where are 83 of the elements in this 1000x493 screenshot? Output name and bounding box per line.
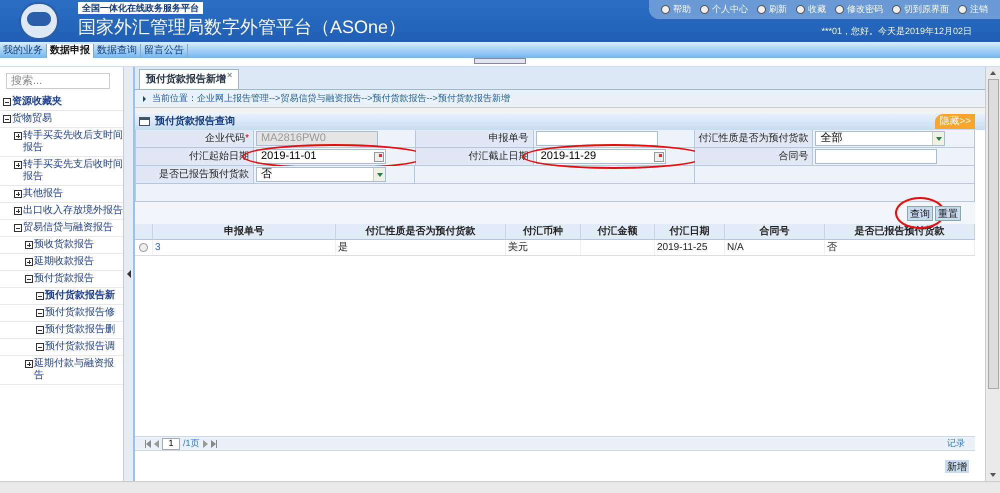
field-label: 合同号 bbox=[778, 150, 808, 164]
page-field[interactable]: 1 bbox=[162, 438, 180, 450]
expand-icon[interactable] bbox=[14, 190, 22, 198]
column-header: 申报单号 bbox=[153, 224, 336, 239]
record-count: 记录 bbox=[947, 436, 965, 450]
field-label: 付汇性质是否为预付货款 bbox=[698, 132, 808, 146]
expand-icon[interactable] bbox=[25, 241, 33, 249]
expand-icon[interactable] bbox=[25, 258, 33, 266]
calendar-icon[interactable] bbox=[654, 152, 664, 162]
menu-tab[interactable]: 数据申报 bbox=[47, 44, 94, 58]
expand-icon[interactable] bbox=[14, 161, 22, 169]
form-button[interactable]: 重置 bbox=[935, 206, 961, 221]
field-label: 企业代码* bbox=[205, 132, 249, 146]
scroll-down-icon[interactable] bbox=[990, 473, 996, 477]
scroll-up-icon[interactable] bbox=[990, 71, 996, 75]
tree-item[interactable]: 预付货款报告 bbox=[34, 273, 94, 285]
tree-item[interactable]: 转手买卖先支后收时间报告 bbox=[23, 159, 123, 183]
select-field[interactable]: 否 bbox=[256, 167, 386, 182]
collapse-icon[interactable] bbox=[36, 326, 44, 334]
greeting-text: ***01，您好。今天是2019年12月02日 bbox=[821, 25, 972, 38]
add-button[interactable]: 新增 bbox=[945, 460, 969, 472]
text-field[interactable] bbox=[815, 149, 938, 164]
field-label: 是否已报告预付货款 bbox=[159, 168, 249, 182]
tree-item[interactable]: 其他报告 bbox=[23, 188, 63, 200]
tree-item[interactable]: 预付货款报告删 bbox=[45, 324, 115, 336]
dropdown-icon[interactable] bbox=[932, 132, 944, 145]
calendar-icon[interactable] bbox=[374, 152, 384, 162]
column-header: 合同号 bbox=[725, 224, 825, 239]
form-button[interactable]: 查询 bbox=[907, 206, 933, 221]
column-header: 付汇金额 bbox=[581, 224, 655, 239]
tree-item[interactable]: 货物贸易 bbox=[12, 113, 52, 125]
globe-logo-icon bbox=[19, 2, 59, 40]
tree-item[interactable]: 延期收款报告 bbox=[34, 256, 94, 268]
collapse-icon[interactable] bbox=[3, 115, 11, 123]
collapse-icon[interactable] bbox=[3, 98, 11, 106]
tree-item[interactable]: 贸易信贷与融资报告 bbox=[23, 222, 113, 234]
expand-icon[interactable] bbox=[14, 132, 22, 140]
collapse-icon[interactable] bbox=[36, 292, 44, 300]
tree-item[interactable]: 预付货款报告修 bbox=[45, 307, 115, 319]
column-header: 付汇币种 bbox=[506, 224, 581, 239]
tree-item[interactable]: 预付货款报告调 bbox=[45, 341, 115, 353]
last-page-icon[interactable] bbox=[210, 440, 217, 448]
table-cell: 是 bbox=[336, 240, 506, 255]
text-field[interactable] bbox=[536, 131, 658, 146]
dropdown-icon[interactable] bbox=[373, 168, 385, 181]
app-title: 国家外汇管理局数字外管平台（ASOne） bbox=[78, 16, 406, 39]
first-page-icon[interactable] bbox=[145, 440, 151, 448]
tree-item[interactable]: 延期付款与融资报告 bbox=[34, 358, 123, 382]
column-header: 付汇性质是否为预付货款 bbox=[336, 224, 506, 239]
collapse-icon[interactable] bbox=[25, 275, 33, 283]
table-cell: 2019-11-25 bbox=[655, 240, 725, 255]
tree-item[interactable]: 预付货款报告新 bbox=[45, 290, 115, 302]
collapse-handle-icon[interactable] bbox=[474, 58, 526, 64]
expand-icon[interactable] bbox=[14, 207, 22, 215]
column-header: 付汇日期 bbox=[655, 224, 725, 239]
tree-item[interactable]: 预收货款报告 bbox=[34, 239, 94, 251]
form-icon bbox=[139, 117, 150, 126]
breadcrumb: 当前位置：企业网上报告管理-->贸易信贷与融资报告-->预付货款报告-->预付货款报告新增 bbox=[152, 92, 510, 105]
page-count: /1页 bbox=[183, 436, 200, 450]
row-radio[interactable] bbox=[139, 243, 148, 252]
table-cell: 美元 bbox=[506, 240, 581, 255]
panel-title: 预付货款报告查询 bbox=[155, 114, 235, 129]
tagline-badge: 全国一体化在线政务服务平台 bbox=[78, 2, 203, 14]
collapse-icon[interactable] bbox=[36, 309, 44, 317]
date-field[interactable]: 2019-11-01 bbox=[256, 149, 386, 164]
select-field[interactable]: 全部 bbox=[815, 131, 946, 146]
date-field[interactable]: 2019-11-29 bbox=[536, 149, 666, 164]
collapse-icon[interactable] bbox=[14, 224, 22, 232]
tree-item[interactable]: 资源收藏夹 bbox=[12, 96, 62, 108]
arrow-icon bbox=[143, 96, 146, 102]
table-cell: 否 bbox=[825, 240, 975, 255]
page-tab[interactable]: 预付货款报告新增× bbox=[139, 69, 240, 89]
close-tab-button[interactable]: × bbox=[227, 70, 232, 80]
scrollbar-thumb[interactable] bbox=[988, 79, 998, 389]
scrollbar[interactable] bbox=[985, 67, 1000, 481]
collapse-icon[interactable] bbox=[36, 343, 44, 351]
tree-item[interactable]: 出口收入存放境外报告 bbox=[23, 205, 123, 217]
table-cell: 3 bbox=[153, 240, 336, 255]
search-field[interactable]: 搜索... bbox=[6, 73, 110, 89]
expand-icon[interactable] bbox=[25, 360, 33, 368]
field-label: 申报单号 bbox=[488, 132, 529, 146]
table-cell: N/A bbox=[725, 240, 825, 255]
tree-item[interactable]: 转手买卖先收后支时间报告 bbox=[23, 130, 123, 154]
